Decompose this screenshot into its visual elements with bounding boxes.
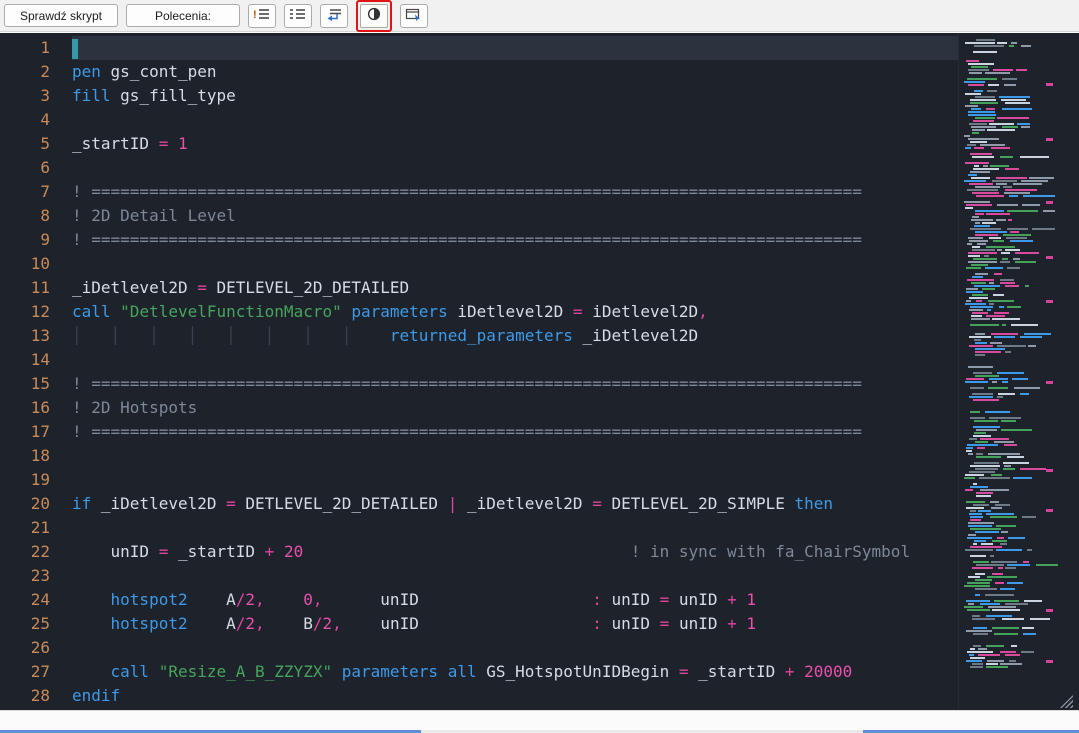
line-number[interactable]: 14 <box>0 348 72 372</box>
commands-button[interactable]: Polecenia: <box>126 4 240 27</box>
code-line[interactable]: fill gs_fill_type <box>72 84 958 108</box>
line-number[interactable]: 13 <box>0 324 72 348</box>
code-line[interactable]: pen gs_cont_pen <box>72 60 958 84</box>
gutter: 1234567891011121314151617181920212223242… <box>0 33 72 710</box>
code-lines: pen gs_cont_penfill gs_fill_type _startID… <box>72 33 958 710</box>
toolbar: Sprawdź skrypt Polecenia: ! <box>0 0 1079 32</box>
contrast-toggle-highlight <box>356 0 392 32</box>
minimap-marker <box>1046 256 1053 259</box>
minimap[interactable] <box>958 33 1058 710</box>
code-line[interactable]: ! ======================================… <box>72 372 958 396</box>
resize-grip[interactable] <box>1060 695 1073 708</box>
code-line[interactable]: call "DetlevelFunctionMacro" parameters … <box>72 300 958 324</box>
line-number[interactable]: 16 <box>0 396 72 420</box>
code-line[interactable] <box>72 252 958 276</box>
line-number[interactable]: 21 <box>0 516 72 540</box>
code-line[interactable]: ! ======================================… <box>72 180 958 204</box>
code-line[interactable] <box>72 636 958 660</box>
line-number[interactable]: 28 <box>0 684 72 708</box>
code-line[interactable]: ! 2D Hotspots <box>72 396 958 420</box>
code-line[interactable]: hotspot2 A/2, 0, unID : unID = unID + 1 <box>72 588 958 612</box>
minimap-markers <box>1046 33 1054 710</box>
script-errors-list-button[interactable]: ! <box>248 4 276 28</box>
minimap-marker <box>1046 469 1053 472</box>
line-number[interactable]: 12 <box>0 300 72 324</box>
code-line[interactable]: hotspot2 A/2, B/2, unID : unID = unID + … <box>72 612 958 636</box>
code-editor[interactable]: 1234567891011121314151617181920212223242… <box>0 33 1079 710</box>
minimap-marker <box>1046 381 1053 384</box>
line-number[interactable]: 7 <box>0 180 72 204</box>
line-number[interactable]: 24 <box>0 588 72 612</box>
line-number[interactable]: 8 <box>0 204 72 228</box>
code-line[interactable] <box>72 468 958 492</box>
commands-list-icon <box>289 7 307 24</box>
window-preview-icon <box>405 7 423 25</box>
minimap-marker <box>1046 660 1053 663</box>
code-line[interactable] <box>72 348 958 372</box>
code-line[interactable] <box>72 156 958 180</box>
svg-text:!: ! <box>253 9 257 21</box>
window-preview-button[interactable] <box>400 4 428 28</box>
line-number[interactable]: 2 <box>0 60 72 84</box>
line-number[interactable]: 25 <box>0 612 72 636</box>
minimap-marker <box>1046 509 1053 512</box>
line-number[interactable]: 23 <box>0 564 72 588</box>
code-line[interactable]: unID = _startID + 20 ! in sync with fa_C… <box>72 540 958 564</box>
code-line[interactable]: _startID = 1 <box>72 132 958 156</box>
line-number[interactable]: 17 <box>0 420 72 444</box>
line-number[interactable]: 27 <box>0 660 72 684</box>
line-number[interactable]: 6 <box>0 156 72 180</box>
line-number[interactable]: 3 <box>0 84 72 108</box>
minimap-marker <box>1046 201 1053 204</box>
code-line[interactable]: if _iDetlevel2D = DETLEVEL_2D_DETAILED |… <box>72 492 958 516</box>
script-errors-list-icon: ! <box>253 7 271 24</box>
code-line[interactable]: _iDetlevel2D = DETLEVEL_2D_DETAILED <box>72 276 958 300</box>
code-line[interactable] <box>72 564 958 588</box>
line-number[interactable]: 11 <box>0 276 72 300</box>
code-line[interactable]: ! ======================================… <box>72 420 958 444</box>
code-line[interactable] <box>72 444 958 468</box>
line-number[interactable]: 20 <box>0 492 72 516</box>
code-line[interactable]: call "Resize_A_B_ZZYZX" parameters all G… <box>72 660 958 684</box>
code-line[interactable] <box>72 108 958 132</box>
contrast-toggle-button[interactable] <box>360 4 388 28</box>
minimap-content <box>964 39 1058 668</box>
line-number[interactable]: 22 <box>0 540 72 564</box>
code-line[interactable]: endif <box>72 684 958 708</box>
minimap-marker <box>1046 138 1053 141</box>
script-editor-window: Sprawdź skrypt Polecenia: ! <box>0 0 1079 733</box>
text-cursor <box>72 39 78 59</box>
line-number[interactable]: 26 <box>0 636 72 660</box>
minimap-marker <box>1046 83 1053 86</box>
minimap-marker <box>1046 300 1053 303</box>
code-line[interactable] <box>72 516 958 540</box>
insert-command-icon <box>325 7 343 24</box>
code-line[interactable]: ! ======================================… <box>72 228 958 252</box>
code-line[interactable]: │ │ │ │ │ │ │ │ returned_parameters _iDe… <box>72 324 958 348</box>
line-number[interactable]: 5 <box>0 132 72 156</box>
line-number[interactable]: 9 <box>0 228 72 252</box>
insert-command-button[interactable] <box>320 4 348 28</box>
line-number[interactable]: 10 <box>0 252 72 276</box>
line-number[interactable]: 18 <box>0 444 72 468</box>
bottom-panel <box>0 710 1079 733</box>
line-number[interactable]: 1 <box>0 36 72 60</box>
check-script-button[interactable]: Sprawdź skrypt <box>4 4 118 27</box>
commands-list-button[interactable] <box>284 4 312 28</box>
contrast-toggle-icon <box>366 7 382 24</box>
line-number[interactable]: 4 <box>0 108 72 132</box>
code-line[interactable]: ! 2D Detail Level <box>72 204 958 228</box>
minimap-marker <box>1046 609 1053 612</box>
code-line[interactable] <box>72 36 958 60</box>
line-number[interactable]: 15 <box>0 372 72 396</box>
line-number[interactable]: 19 <box>0 468 72 492</box>
